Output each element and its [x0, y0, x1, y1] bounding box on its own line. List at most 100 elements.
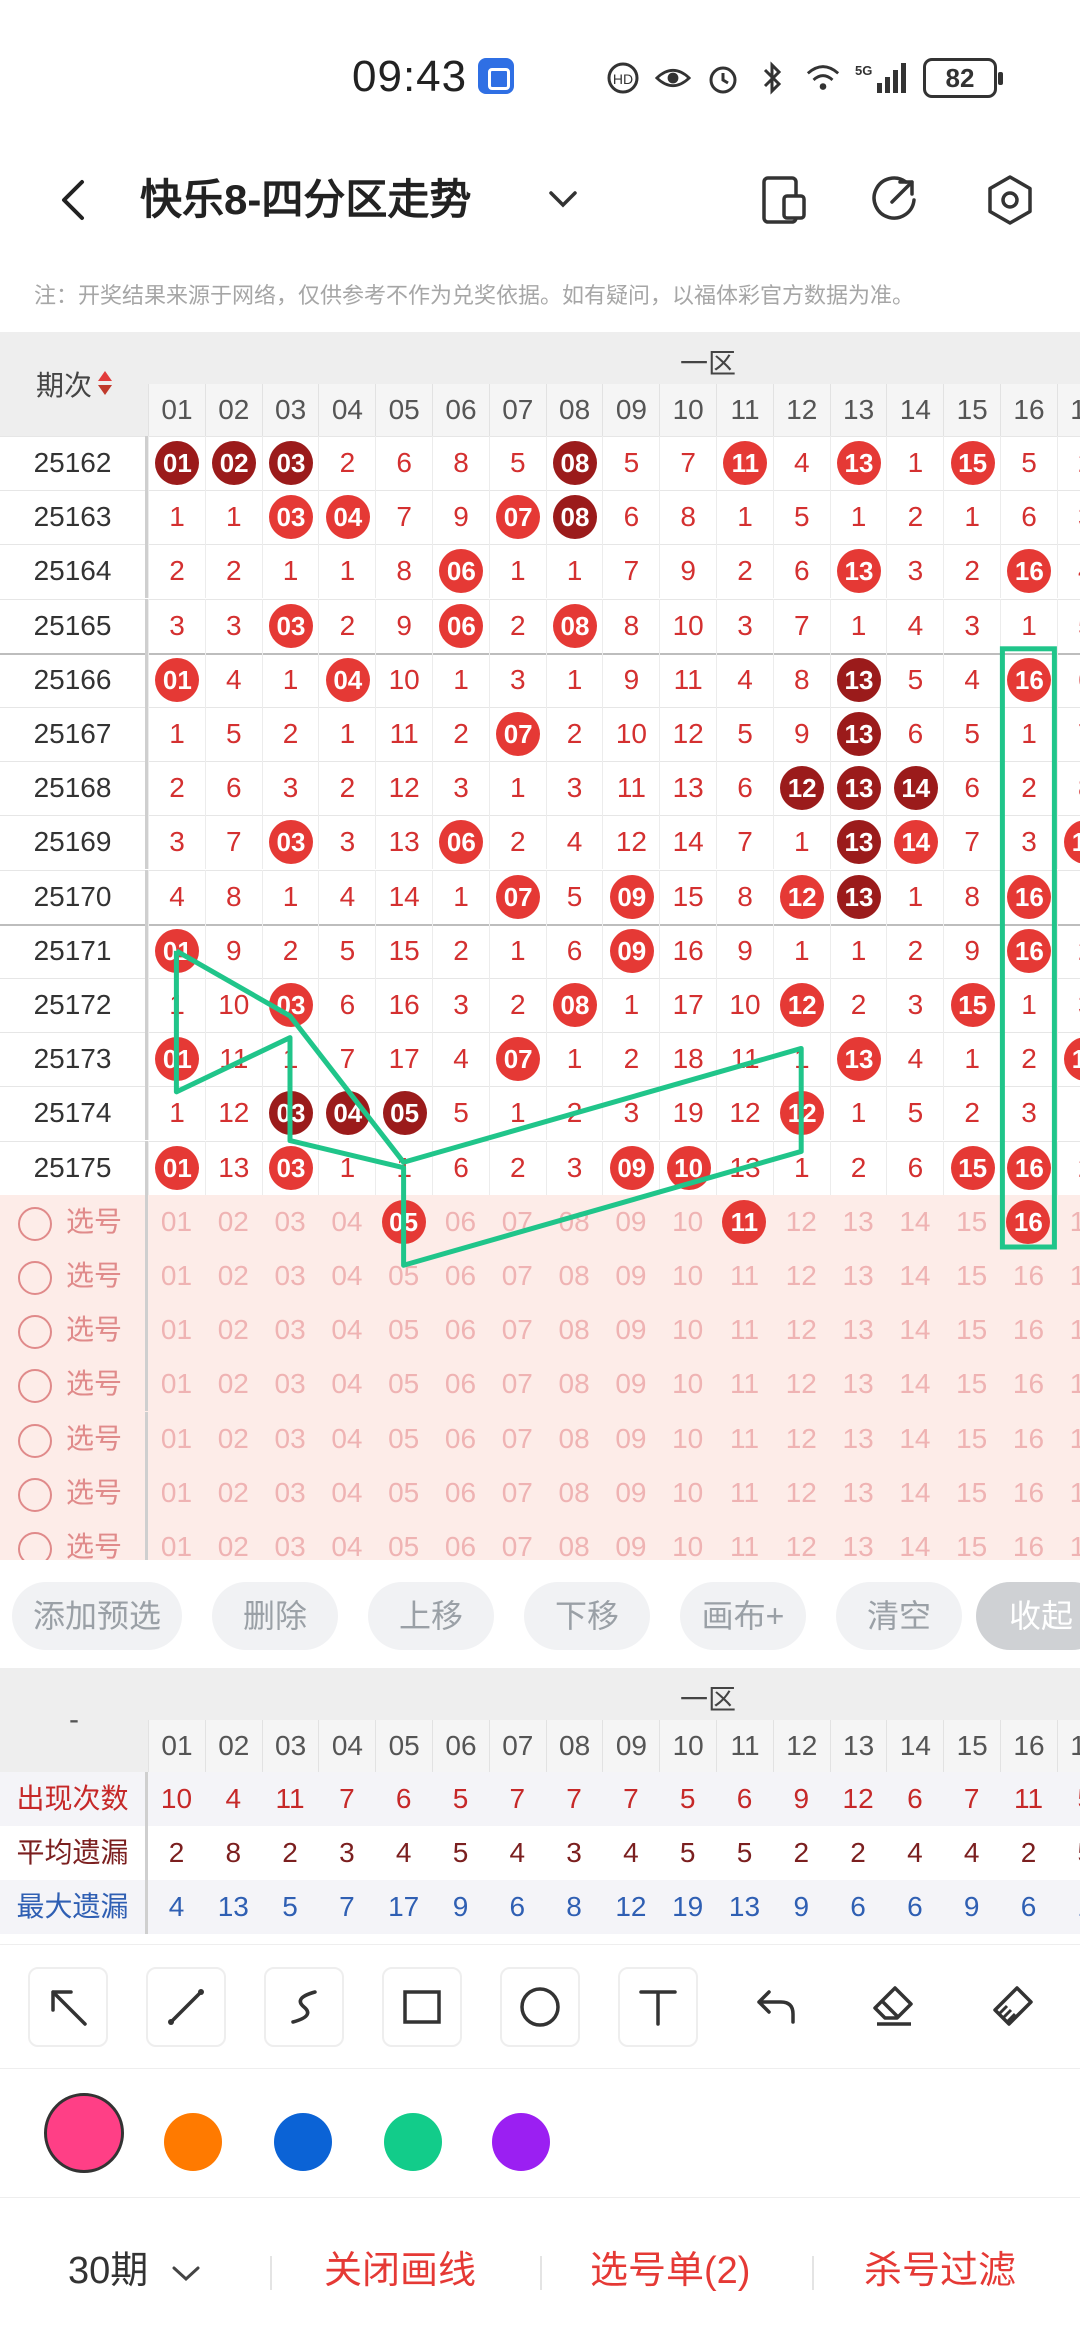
omission-cell[interactable]: 17: [659, 978, 716, 1032]
omission-cell[interactable]: 10: [602, 707, 659, 761]
pick-cell[interactable]: 13: [830, 1303, 887, 1357]
omission-cell[interactable]: 15: [375, 923, 432, 978]
omission-cell[interactable]: 2: [716, 544, 773, 599]
pick-cell[interactable]: 09: [602, 1357, 659, 1411]
pick-row-label[interactable]: 选号: [0, 1194, 148, 1249]
pick-cell[interactable]: 17: [1057, 1466, 1080, 1520]
omission-cell[interactable]: 7: [602, 544, 659, 599]
omission-cell[interactable]: 2: [886, 490, 943, 545]
move-up-button[interactable]: 上移: [368, 1582, 494, 1650]
pick-cell[interactable]: 12: [773, 1357, 830, 1411]
pick-cell[interactable]: 11: [716, 1357, 773, 1411]
pick-cell[interactable]: 03: [262, 1357, 319, 1411]
pick-cell[interactable]: 16: [1000, 1466, 1057, 1520]
pick-cell[interactable]: 12: [773, 1466, 830, 1520]
eraser-icon[interactable]: [854, 1967, 934, 2047]
trend-cell[interactable]: 16: [1000, 544, 1057, 599]
omission-cell[interactable]: 6: [772, 544, 830, 599]
trend-cell[interactable]: 03: [261, 1140, 319, 1195]
arrow-tool-icon[interactable]: [28, 1967, 108, 2047]
omission-cell[interactable]: 5: [602, 436, 659, 490]
trend-grid[interactable]: 期次 一区 0102030405060708091011121314151617…: [0, 332, 1080, 1560]
trend-cell[interactable]: 14: [886, 815, 943, 870]
pick-cell[interactable]: 09: [602, 1303, 659, 1357]
clear-button[interactable]: 清空: [836, 1582, 962, 1650]
omission-cell[interactable]: 1: [148, 707, 205, 761]
pick-cell[interactable]: 10: [659, 1195, 716, 1249]
omission-cell[interactable]: 5: [1000, 436, 1057, 490]
trend-cell[interactable]: 01: [148, 652, 205, 707]
curve-tool-icon[interactable]: [264, 1967, 344, 2047]
pick-cell[interactable]: 06: [432, 1520, 489, 1560]
omission-cell[interactable]: 3: [1000, 1086, 1057, 1141]
pick-cell[interactable]: 17: [1057, 1249, 1080, 1303]
pick-cell[interactable]: 08: [546, 1249, 603, 1303]
pick-cell[interactable]: 16: [1000, 1520, 1057, 1560]
omission-cell[interactable]: 2: [432, 923, 489, 978]
omission-cell[interactable]: 8: [204, 869, 262, 924]
omission-cell[interactable]: 4: [716, 652, 773, 707]
sort-icon[interactable]: [98, 371, 112, 397]
close-lines-button[interactable]: 关闭画线: [324, 2246, 476, 2296]
omission-cell[interactable]: 16: [659, 923, 716, 978]
trend-cell[interactable]: 16: [1000, 652, 1057, 707]
trend-cell[interactable]: 04: [318, 652, 375, 707]
omission-cell[interactable]: 2: [148, 544, 205, 599]
omission-cell[interactable]: 2: [886, 923, 943, 978]
omission-cell[interactable]: 3: [545, 761, 603, 816]
omission-cell[interactable]: 1: [148, 978, 205, 1032]
trend-cell[interactable]: 13: [829, 652, 887, 707]
pick-cell[interactable]: 10: [659, 1412, 716, 1466]
pick-cell-selected[interactable]: 16: [1000, 1195, 1057, 1249]
omission-cell[interactable]: 2: [488, 815, 546, 870]
pick-cell[interactable]: 11: [716, 1249, 773, 1303]
pick-cell[interactable]: 06: [432, 1466, 489, 1520]
share-icon[interactable]: [868, 174, 920, 226]
trend-cell[interactable]: 01: [148, 923, 205, 978]
trend-cell[interactable]: 03: [261, 436, 319, 490]
omission-cell[interactable]: 3: [1056, 490, 1080, 545]
omission-cell[interactable]: 1: [261, 1032, 319, 1087]
trend-cell[interactable]: 07: [488, 869, 546, 924]
omission-cell[interactable]: 2: [829, 978, 887, 1032]
pick-cell[interactable]: 14: [886, 1195, 943, 1249]
pick-cell[interactable]: 02: [205, 1195, 262, 1249]
omission-cell[interactable]: 7: [1056, 707, 1080, 761]
omission-cell[interactable]: 1: [1000, 978, 1057, 1032]
omission-cell[interactable]: 10: [659, 598, 716, 653]
pick-row-label[interactable]: 选号: [0, 1411, 148, 1466]
trend-cell[interactable]: 16: [1000, 869, 1057, 924]
pick-cell[interactable]: 14: [886, 1466, 943, 1520]
omission-cell[interactable]: 2: [318, 436, 375, 490]
omission-cell[interactable]: 3: [716, 598, 773, 653]
pick-cell[interactable]: 03: [262, 1249, 319, 1303]
omission-cell[interactable]: 5: [432, 1086, 489, 1141]
omission-cell[interactable]: 4: [772, 436, 830, 490]
omission-cell[interactable]: 9: [716, 923, 773, 978]
pick-cell[interactable]: 04: [318, 1412, 375, 1466]
omission-cell[interactable]: 6: [886, 1140, 943, 1195]
pick-cell[interactable]: 05: [375, 1520, 432, 1560]
canvas-add-button[interactable]: 画布+: [680, 1582, 806, 1650]
pick-cell[interactable]: 10: [659, 1357, 716, 1411]
omission-cell[interactable]: 2: [318, 598, 375, 653]
omission-cell[interactable]: 14: [659, 815, 716, 870]
omission-cell[interactable]: 1: [148, 490, 205, 545]
pick-cell[interactable]: 05: [375, 1303, 432, 1357]
omission-cell[interactable]: 11: [204, 1032, 262, 1087]
omission-cell[interactable]: 13: [204, 1140, 262, 1195]
omission-cell[interactable]: 3: [545, 1140, 603, 1195]
pick-cell[interactable]: 17: [1057, 1303, 1080, 1357]
pick-cell[interactable]: 01: [148, 1412, 205, 1466]
pick-cell[interactable]: 04: [318, 1520, 375, 1560]
back-arrow-icon[interactable]: [52, 178, 96, 222]
trend-cell[interactable]: 09: [602, 1140, 659, 1195]
omission-cell[interactable]: 3: [1000, 815, 1057, 870]
omission-cell[interactable]: 7: [318, 1032, 375, 1087]
pick-cell[interactable]: 09: [602, 1466, 659, 1520]
omission-cell[interactable]: 10: [375, 652, 432, 707]
omission-cell[interactable]: 3: [943, 598, 1000, 653]
pick-cell[interactable]: 12: [773, 1303, 830, 1357]
omission-cell[interactable]: 9: [375, 598, 432, 653]
omission-cell[interactable]: 4: [432, 1032, 489, 1087]
